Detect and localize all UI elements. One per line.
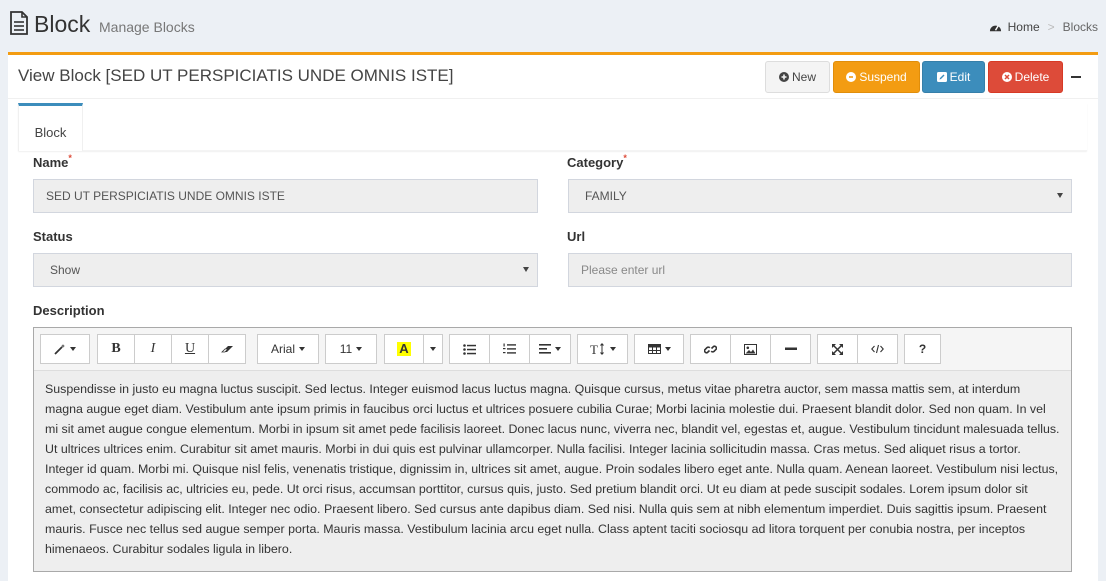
tab-block[interactable]: Block (18, 103, 83, 151)
page-subtitle: Manage Blocks (99, 19, 195, 35)
highlight-color-button[interactable]: A (384, 334, 424, 364)
font-family-dropdown[interactable]: Arial (257, 334, 319, 364)
code-icon (871, 344, 884, 354)
arrows-alt-icon (832, 343, 843, 355)
dashboard-icon (989, 24, 1001, 31)
page-title: Block (34, 11, 91, 37)
font-size-value: 11 (339, 342, 353, 356)
minus-icon (1071, 76, 1081, 78)
minus-circle-icon (1001, 72, 1012, 82)
name-label: Name* (33, 153, 72, 170)
delete-button-label: Delete (1014, 70, 1050, 84)
font-size-dropdown[interactable]: 11 (325, 334, 377, 364)
box-title: View Block [SED UT PERSPICIATIS UNDE OMN… (18, 66, 454, 85)
category-select-value: FAMILY (585, 189, 627, 203)
status-select-value: Show (50, 263, 81, 277)
suspend-button-label: Suspend (859, 70, 907, 84)
url-input[interactable]: Please enter url (568, 253, 1072, 287)
editor-toolbar: B I U Arial 11 A T ? (34, 328, 1071, 371)
svg-text:T: T (590, 343, 598, 355)
chevron-down-icon (523, 267, 529, 272)
font-family-value: Arial (270, 342, 295, 356)
breadcrumb-current: Blocks (1062, 20, 1098, 34)
color-dropdown-button[interactable] (423, 334, 443, 364)
required-mark: * (68, 153, 72, 163)
plus-circle-icon (778, 72, 789, 82)
line-height-dropdown[interactable]: T (577, 334, 628, 364)
image-icon (744, 343, 757, 355)
style-dropdown-button[interactable] (40, 334, 90, 364)
description-label: Description (33, 303, 105, 318)
breadcrumb: Home > Blocks (989, 20, 1098, 34)
insert-link-button[interactable] (690, 334, 731, 364)
suspend-button[interactable]: Suspend (833, 61, 920, 93)
paragraph-align-dropdown[interactable] (529, 334, 571, 364)
link-icon (704, 344, 717, 354)
table-dropdown[interactable] (634, 334, 684, 364)
ban-circle-icon (846, 72, 857, 82)
status-select[interactable]: Show (33, 253, 538, 287)
description-editor-content[interactable]: Suspendisse in justo eu magna luctus sus… (34, 371, 1071, 571)
unordered-list-button[interactable] (449, 334, 490, 364)
italic-button[interactable]: I (134, 334, 172, 364)
collapse-box-button[interactable] (1070, 69, 1084, 85)
magic-wand-icon (54, 344, 65, 355)
text-height-icon: T (590, 343, 604, 355)
new-button-label: New (791, 70, 816, 84)
tab-bar: Block (18, 103, 1087, 151)
category-select[interactable]: FAMILY (568, 179, 1072, 213)
highlight-color-icon: A (397, 341, 411, 356)
chevron-down-icon (1057, 193, 1063, 198)
category-label-text: Category (567, 155, 624, 170)
name-field[interactable]: SED UT PERSPICIATIS UNDE OMNIS ISTE (33, 179, 538, 213)
file-text-icon (10, 11, 28, 35)
insert-image-button[interactable] (730, 334, 771, 364)
help-button[interactable]: ? (904, 334, 941, 364)
table-icon (647, 344, 661, 354)
delete-button[interactable]: Delete (988, 61, 1063, 93)
url-label: Url (567, 229, 586, 244)
pencil-square-icon (936, 72, 947, 82)
box-header: View Block [SED UT PERSPICIATIS UNDE OMN… (8, 55, 1098, 99)
align-left-icon (539, 344, 551, 354)
eraser-icon (220, 345, 233, 352)
fullscreen-button[interactable] (817, 334, 858, 364)
list-ol-icon (503, 343, 516, 354)
view-block-box: View Block [SED UT PERSPICIATIS UNDE OMN… (8, 52, 1098, 581)
edit-button-label: Edit (949, 70, 971, 84)
name-label-text: Name (33, 155, 69, 170)
code-view-button[interactable] (857, 334, 898, 364)
status-label: Status (33, 229, 73, 244)
edit-button[interactable]: Edit (922, 61, 985, 93)
description-editor: B I U Arial 11 A T ? Suspendisse in just… (33, 327, 1072, 572)
chevron-down-icon (430, 347, 436, 351)
breadcrumb-home-link[interactable]: Home (1008, 20, 1040, 34)
underline-button[interactable]: U (171, 334, 209, 364)
required-mark: * (623, 153, 627, 163)
content-header: Block Manage Blocks Home > Blocks (0, 0, 1106, 52)
category-label: Category* (567, 153, 627, 170)
list-ul-icon (463, 343, 476, 355)
horizontal-rule-button[interactable] (770, 334, 811, 364)
clear-format-button[interactable] (208, 334, 246, 364)
ordered-list-button[interactable] (489, 334, 530, 364)
minus-icon (784, 347, 797, 350)
bold-button[interactable]: B (97, 334, 135, 364)
new-button[interactable]: New (765, 61, 830, 93)
breadcrumb-separator: > (1047, 20, 1055, 34)
